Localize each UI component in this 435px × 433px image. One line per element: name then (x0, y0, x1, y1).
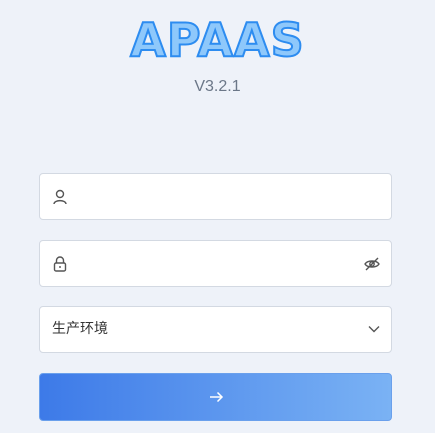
version-label: V3.2.1 (194, 78, 241, 95)
login-submit-button[interactable] (39, 373, 392, 421)
user-icon (53, 189, 67, 205)
password-input[interactable] (80, 241, 360, 286)
password-field[interactable] (39, 240, 392, 287)
chevron-down-icon (368, 326, 380, 333)
eye-off-icon[interactable] (363, 255, 381, 273)
arrow-right-icon (210, 391, 224, 403)
environment-select[interactable]: 生产环境 (39, 306, 392, 353)
username-field[interactable] (39, 173, 392, 220)
app-logo: APAAS (129, 12, 305, 68)
lock-icon (53, 256, 67, 272)
environment-selected-value: 生产环境 (52, 321, 108, 337)
username-input[interactable] (80, 174, 360, 219)
